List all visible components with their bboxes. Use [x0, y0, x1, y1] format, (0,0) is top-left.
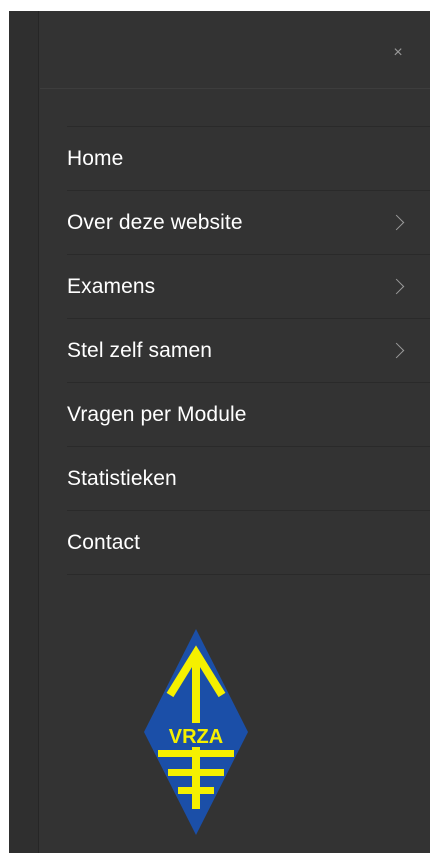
vrza-logo[interactable]: VRZA	[142, 627, 250, 837]
menu-item-examens[interactable]: Examens	[67, 255, 430, 319]
menu-item-over-deze-website[interactable]: Over deze website	[67, 191, 430, 255]
header-divider	[40, 88, 430, 89]
logo-bar	[158, 750, 234, 757]
menu-item-label: Contact	[67, 530, 141, 554]
chevron-right-icon	[388, 278, 405, 294]
menu-item-home[interactable]: Home	[67, 127, 430, 191]
menu-item-label: Stel zelf samen	[67, 338, 213, 362]
menu-item-vragen-per-module[interactable]: Vragen per Module	[67, 383, 430, 447]
side-menu-panel: × Home Over deze website Examens Stel ze…	[9, 11, 430, 853]
close-icon: ×	[393, 44, 403, 61]
menu-item-label: Examens	[67, 274, 156, 298]
logo-bar	[168, 769, 224, 776]
menu-item-statistieken[interactable]: Statistieken	[67, 447, 430, 511]
left-rail	[9, 11, 39, 853]
close-button[interactable]: ×	[386, 41, 410, 65]
chevron-right-icon	[388, 214, 405, 230]
chevron-right-icon	[388, 342, 405, 358]
menu-item-label: Vragen per Module	[67, 402, 247, 426]
menu-item-label: Home	[67, 146, 124, 170]
menu-item-label: Statistieken	[67, 466, 177, 490]
logo-text: VRZA	[169, 726, 223, 748]
menu-item-contact[interactable]: Contact	[67, 511, 430, 575]
menu-item-stel-zelf-samen[interactable]: Stel zelf samen	[67, 319, 430, 383]
nav-menu: Home Over deze website Examens Stel zelf…	[67, 126, 430, 575]
logo-bar	[178, 787, 214, 794]
menu-item-label: Over deze website	[67, 210, 243, 234]
